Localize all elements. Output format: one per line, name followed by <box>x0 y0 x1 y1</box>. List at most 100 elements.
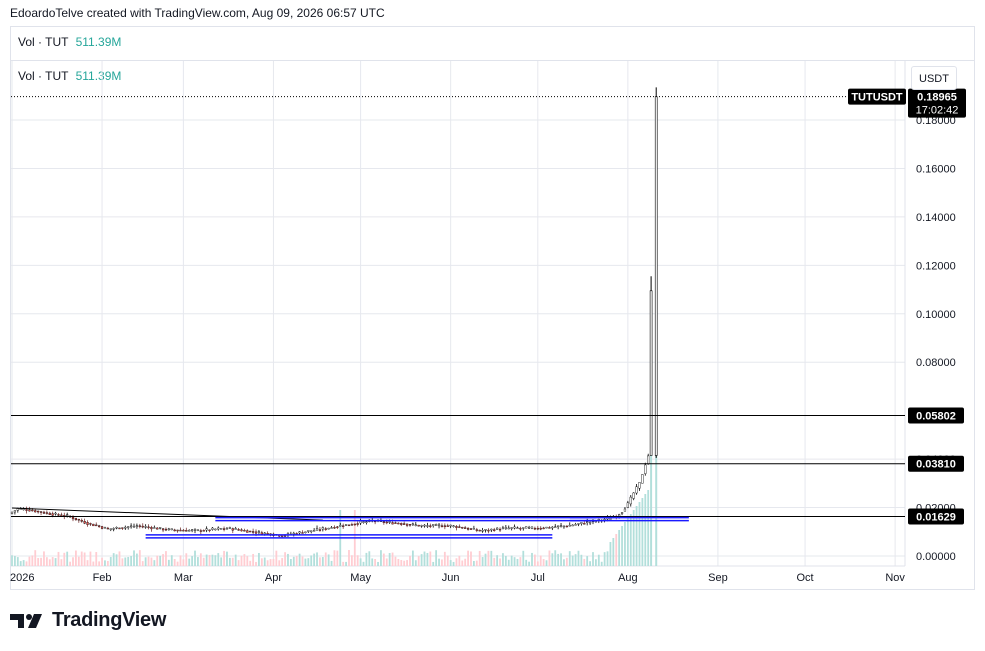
candle-body <box>196 529 200 531</box>
candle-body <box>464 527 467 529</box>
candle-body <box>562 525 566 528</box>
candle-body <box>103 527 107 529</box>
candle-body <box>109 528 112 530</box>
volume-bar <box>545 560 548 566</box>
volume-bar <box>426 552 429 566</box>
candle-body <box>397 522 400 525</box>
volume-bar <box>141 561 144 566</box>
volume-bar <box>281 558 284 566</box>
candle-body <box>220 528 223 530</box>
candle-body <box>609 518 612 520</box>
candle-body <box>580 522 583 524</box>
candle-body <box>490 528 493 531</box>
volume-bar <box>170 555 173 566</box>
y-tick-label: 0.08000 <box>916 357 956 369</box>
candle-body <box>182 529 185 532</box>
candle-body <box>516 527 519 529</box>
candle-body <box>394 522 397 524</box>
volume-bar <box>600 561 603 566</box>
candle-body <box>411 523 414 526</box>
volume-bar <box>136 553 138 566</box>
current-price-label: 0.18965 <box>917 92 957 104</box>
volume-bar <box>420 554 423 566</box>
volume-bar <box>72 557 74 566</box>
volume-bar <box>380 550 382 566</box>
candle-body <box>400 523 403 525</box>
candle-body <box>385 521 388 524</box>
candle-body <box>185 530 188 532</box>
price-level-label: 0.03810 <box>916 459 956 471</box>
volume-bar <box>51 557 54 566</box>
volume-bar <box>266 560 269 566</box>
candle-body <box>307 530 310 532</box>
volume-bar <box>176 561 179 566</box>
candle-body <box>98 525 101 527</box>
x-tick-label: Oct <box>797 572 814 584</box>
candle-body <box>51 513 54 516</box>
volume-bar <box>409 555 411 566</box>
candle-body <box>127 526 130 528</box>
volume-bar <box>429 551 432 566</box>
volume-bar <box>606 551 609 566</box>
x-tick-label: Mar <box>174 572 193 584</box>
price-unit-button[interactable]: USDT <box>911 66 957 90</box>
volume-bar <box>226 551 228 566</box>
volume-bar <box>278 560 281 566</box>
candle-body <box>414 524 417 526</box>
volume-bar <box>43 551 45 566</box>
volume-bar <box>603 552 606 566</box>
volume-bar <box>438 558 440 566</box>
candle-body <box>141 525 144 528</box>
tradingview-logo[interactable]: TradingView <box>10 609 166 632</box>
candle-body <box>551 526 554 529</box>
candle-body <box>124 526 127 529</box>
candle-body <box>301 532 304 534</box>
candle-body <box>179 529 182 532</box>
candle-body <box>522 527 525 529</box>
y-tick-label: 0.10000 <box>916 309 956 321</box>
candle-body <box>199 530 202 532</box>
candle-body <box>469 528 473 530</box>
candle-body <box>336 526 339 528</box>
volume-bar <box>403 560 406 566</box>
candle-body <box>533 527 536 530</box>
candle-body <box>156 527 159 530</box>
candle-body <box>211 527 214 530</box>
candle-body <box>472 528 475 530</box>
candle-body <box>356 523 359 525</box>
candle-body <box>571 524 574 527</box>
candle-body <box>391 522 394 525</box>
price-chart[interactable]: 0.000000.020000.040000.080000.100000.120… <box>0 0 985 651</box>
volume-bar <box>321 557 324 566</box>
candle-body <box>31 509 34 512</box>
candle-body <box>164 528 168 531</box>
volume-bar <box>385 558 388 566</box>
candle-body <box>208 529 211 532</box>
volume-bar <box>333 550 336 566</box>
volume-bar <box>411 550 414 566</box>
candle-body <box>382 521 385 523</box>
candle-body <box>138 525 141 527</box>
candle-body <box>429 525 432 527</box>
candle-body <box>504 527 507 529</box>
volume-bar <box>621 526 623 566</box>
candle-body <box>542 527 545 530</box>
candle-body <box>193 529 197 531</box>
candle-body <box>443 525 446 528</box>
candle-body <box>452 525 455 527</box>
x-tick-label: Jun <box>442 572 460 584</box>
candle-body <box>246 530 249 533</box>
candle-body <box>234 528 237 530</box>
volume-bar <box>534 554 536 566</box>
candle-body <box>100 526 104 529</box>
candle-body <box>118 527 121 530</box>
candle-body <box>588 521 592 524</box>
candle-body <box>577 523 580 525</box>
volume-bar <box>467 550 469 566</box>
volume-bar <box>202 557 205 566</box>
volume-bar <box>560 553 562 566</box>
x-tick-label: Sep <box>708 572 728 584</box>
volume-bar <box>330 560 333 566</box>
tradingview-icon <box>10 613 42 628</box>
volume-bar <box>595 559 597 566</box>
